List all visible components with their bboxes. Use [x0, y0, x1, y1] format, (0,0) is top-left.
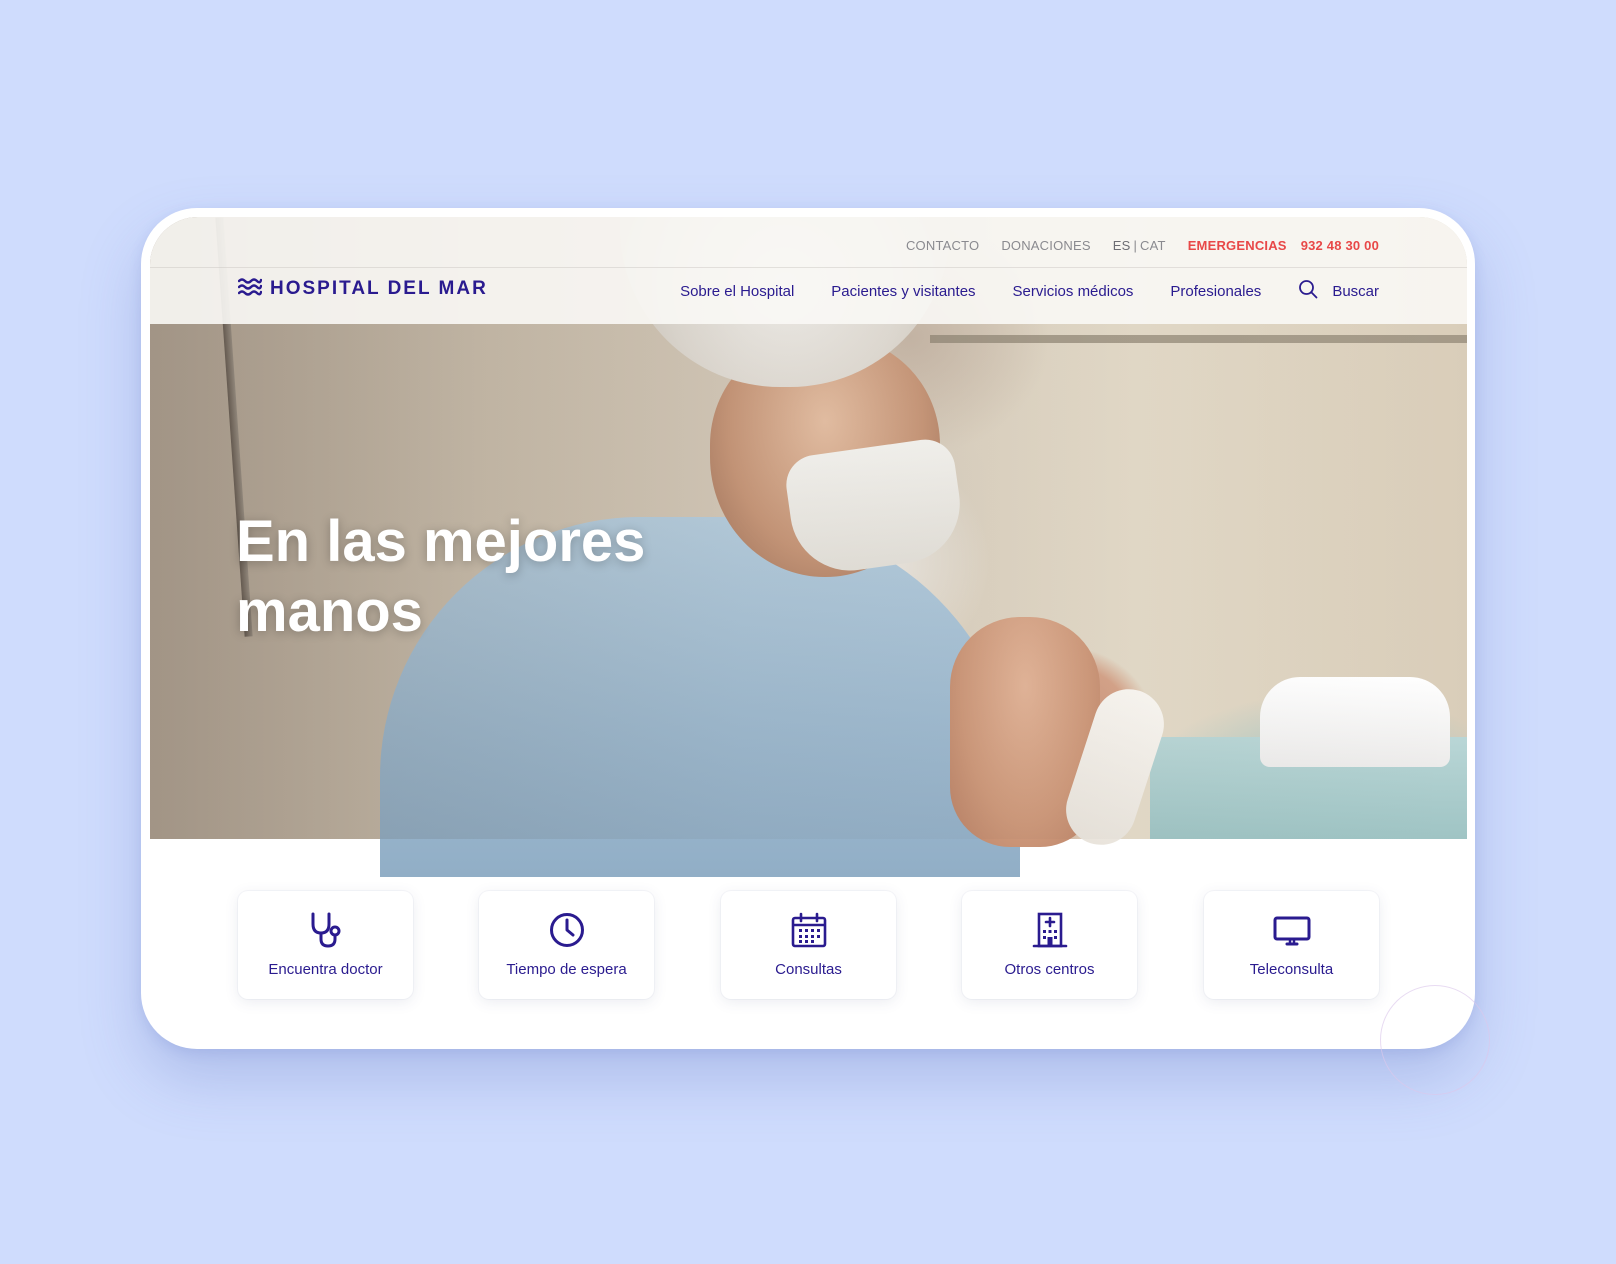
quick-link-label: Consultas [775, 961, 842, 978]
quick-link-label: Teleconsulta [1249, 961, 1334, 978]
quick-link-teleconsulta[interactable]: Teleconsulta [1204, 891, 1379, 999]
quick-link-encuentra-doctor[interactable]: Encuentra doctor [238, 891, 413, 999]
device-frame: En las mejores manos CONTACTO DONACIONES… [141, 208, 1475, 1049]
hospital-building-icon [1031, 911, 1069, 949]
site-header: CONTACTO DONACIONES ES | CAT EMERGENCIAS… [150, 217, 1467, 324]
main-nav: Sobre el Hospital Pacientes y visitantes… [680, 279, 1379, 303]
hero-title-line-1: En las mejores [236, 509, 646, 574]
utility-bar: CONTACTO DONACIONES ES | CAT EMERGENCIAS… [906, 237, 1379, 253]
quick-link-label: Tiempo de espera [506, 961, 627, 978]
decorative-circle [1380, 985, 1490, 1095]
contacto-link[interactable]: CONTACTO [906, 238, 979, 253]
site-logo[interactable]: HOSPITAL DEL MAR [237, 277, 488, 302]
hero-title: En las mejores manos [236, 507, 756, 647]
quick-link-consultas[interactable]: Consultas [721, 891, 896, 999]
lang-separator: | [1133, 237, 1138, 253]
emergencias-label: EMERGENCIAS [1187, 237, 1287, 253]
nav-item-profesionales[interactable]: Profesionales [1170, 283, 1261, 300]
calendar-icon [790, 911, 828, 949]
waves-logo-icon [237, 277, 263, 302]
website-screen: En las mejores manos CONTACTO DONACIONES… [150, 217, 1467, 1039]
quick-link-label: Encuentra doctor [268, 961, 383, 978]
nav-item-pacientes-y-visitantes[interactable]: Pacientes y visitantes [831, 283, 975, 300]
logo-text: HOSPITAL DEL MAR [270, 278, 488, 299]
emergency-phone-link[interactable]: 932 48 30 00 [1301, 238, 1379, 253]
lang-es-link[interactable]: ES [1113, 238, 1131, 253]
search-label: Buscar [1332, 282, 1379, 300]
donaciones-link[interactable]: DONACIONES [1001, 238, 1090, 253]
search-button[interactable]: Buscar [1298, 279, 1379, 303]
lang-cat-link[interactable]: CAT [1140, 238, 1166, 253]
stethoscope-icon [307, 911, 345, 949]
quick-link-label: Otros centros [1004, 961, 1095, 978]
nav-item-servicios-medicos[interactable]: Servicios médicos [1013, 283, 1134, 300]
quick-link-otros-centros[interactable]: Otros centros [962, 891, 1137, 999]
monitor-icon [1273, 911, 1311, 949]
quick-links: Encuentra doctor Tiempo de espera Consul… [238, 891, 1379, 999]
quick-link-tiempo-de-espera[interactable]: Tiempo de espera [479, 891, 654, 999]
header-divider [150, 267, 1467, 268]
nav-item-sobre-el-hospital[interactable]: Sobre el Hospital [680, 283, 794, 300]
clock-icon [548, 911, 586, 949]
hero-title-line-2: manos [236, 579, 423, 644]
search-icon [1298, 279, 1318, 303]
